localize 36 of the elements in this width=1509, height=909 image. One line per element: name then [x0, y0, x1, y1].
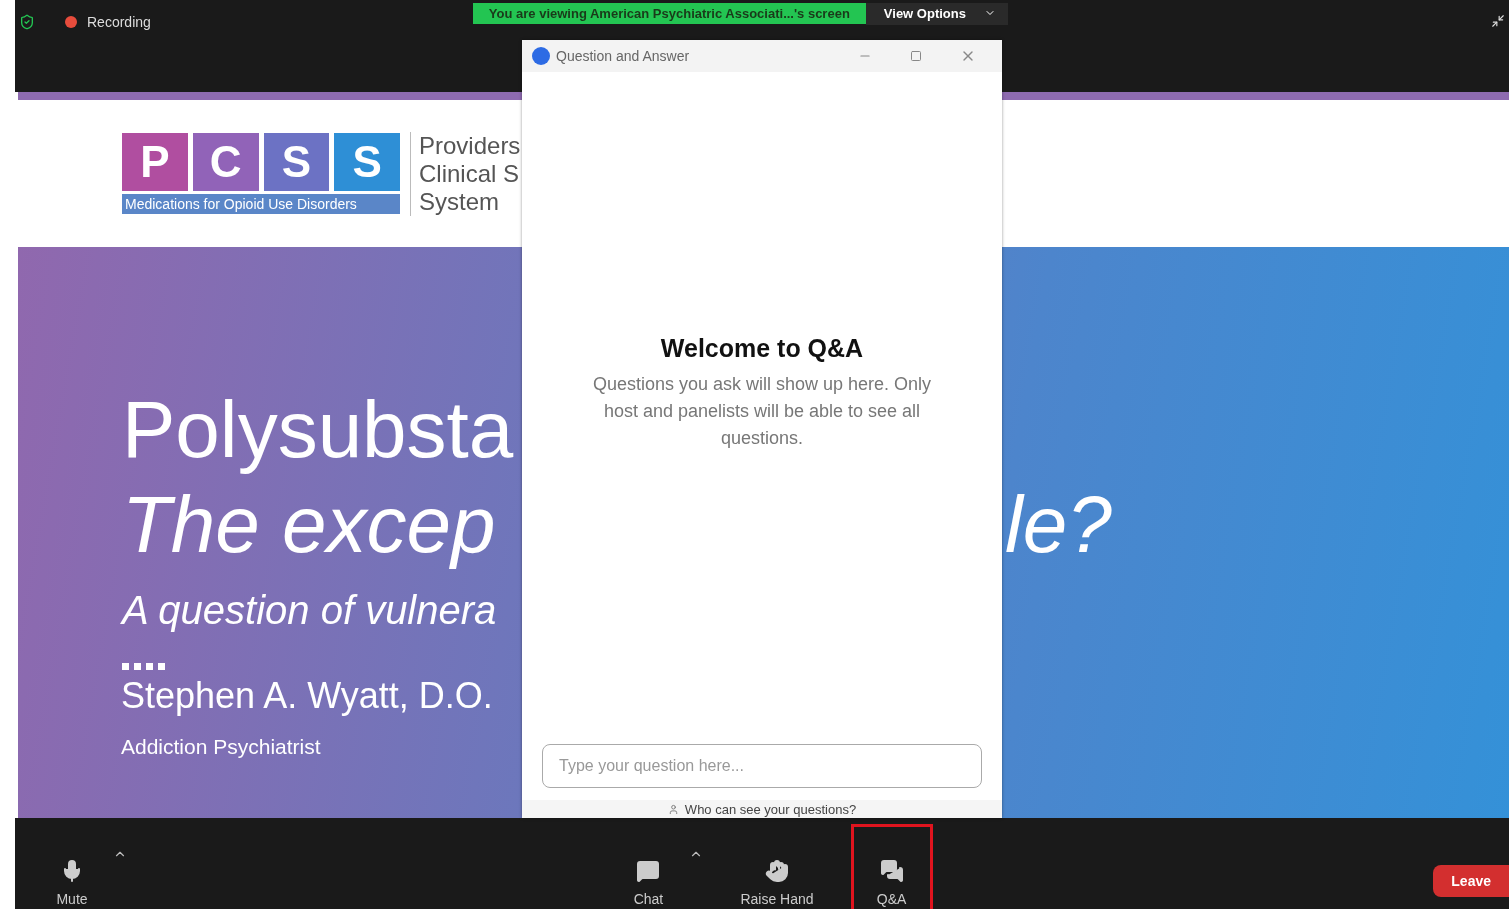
- organization-name-line: System: [419, 187, 500, 216]
- exit-fullscreen-icon[interactable]: [1491, 14, 1505, 28]
- presenter-name: Stephen A. Wyatt, D.O.: [120, 674, 494, 718]
- person-icon: [667, 803, 679, 815]
- screen-share-banner: You are viewing American Psychiatric Associati...'s screen: [472, 3, 866, 24]
- speech-bubbles-icon: [879, 859, 904, 883]
- app-icon: [532, 47, 550, 65]
- recording-icon: [65, 16, 77, 28]
- toolbar-button[interactable]: Raise Hand: [723, 824, 831, 909]
- recording-label: Recording: [87, 14, 151, 30]
- window-title: Question and Answer: [556, 48, 691, 64]
- question-input-field[interactable]: Type your question here...: [542, 744, 982, 788]
- toolbar-button[interactable]: Q&A: [850, 824, 933, 909]
- logo-letter: P: [122, 133, 188, 191]
- hand-icon: [765, 859, 789, 883]
- organization-name-line: Clinical S: [419, 159, 521, 188]
- toolbar-button[interactable]: Chat: [607, 824, 690, 909]
- maximize-icon: [910, 50, 922, 62]
- slide-subtitle: le?: [1005, 479, 1113, 571]
- slide-subtitle: The excep: [121, 479, 497, 571]
- dots-icon: [122, 663, 168, 671]
- shield-check-icon: [19, 14, 35, 30]
- toolbar-button[interactable]: Mute: [31, 824, 113, 909]
- logo-tagline: Medications for Opioid Use Disorders: [122, 194, 400, 214]
- presenter-role: Addiction Psychiatrist: [120, 734, 322, 760]
- chat-icon: [636, 859, 661, 883]
- slide-title: Polysubsta: [121, 385, 515, 475]
- slide-question: A question of vulnera: [119, 587, 498, 634]
- qa-heading: Welcome to Q&A: [659, 334, 865, 363]
- view-options-button[interactable]: View Options: [865, 3, 1008, 25]
- qa-message: Questions you ask will show up here. Only host and panelists will be able to see all questions.: [591, 373, 933, 450]
- leave-button[interactable]: Leave: [1433, 865, 1509, 897]
- organization-name-line: Providers: [419, 131, 521, 160]
- logo-letter: S: [263, 133, 330, 191]
- logo-letter: S: [334, 133, 400, 191]
- logo-letter: C: [192, 133, 259, 191]
